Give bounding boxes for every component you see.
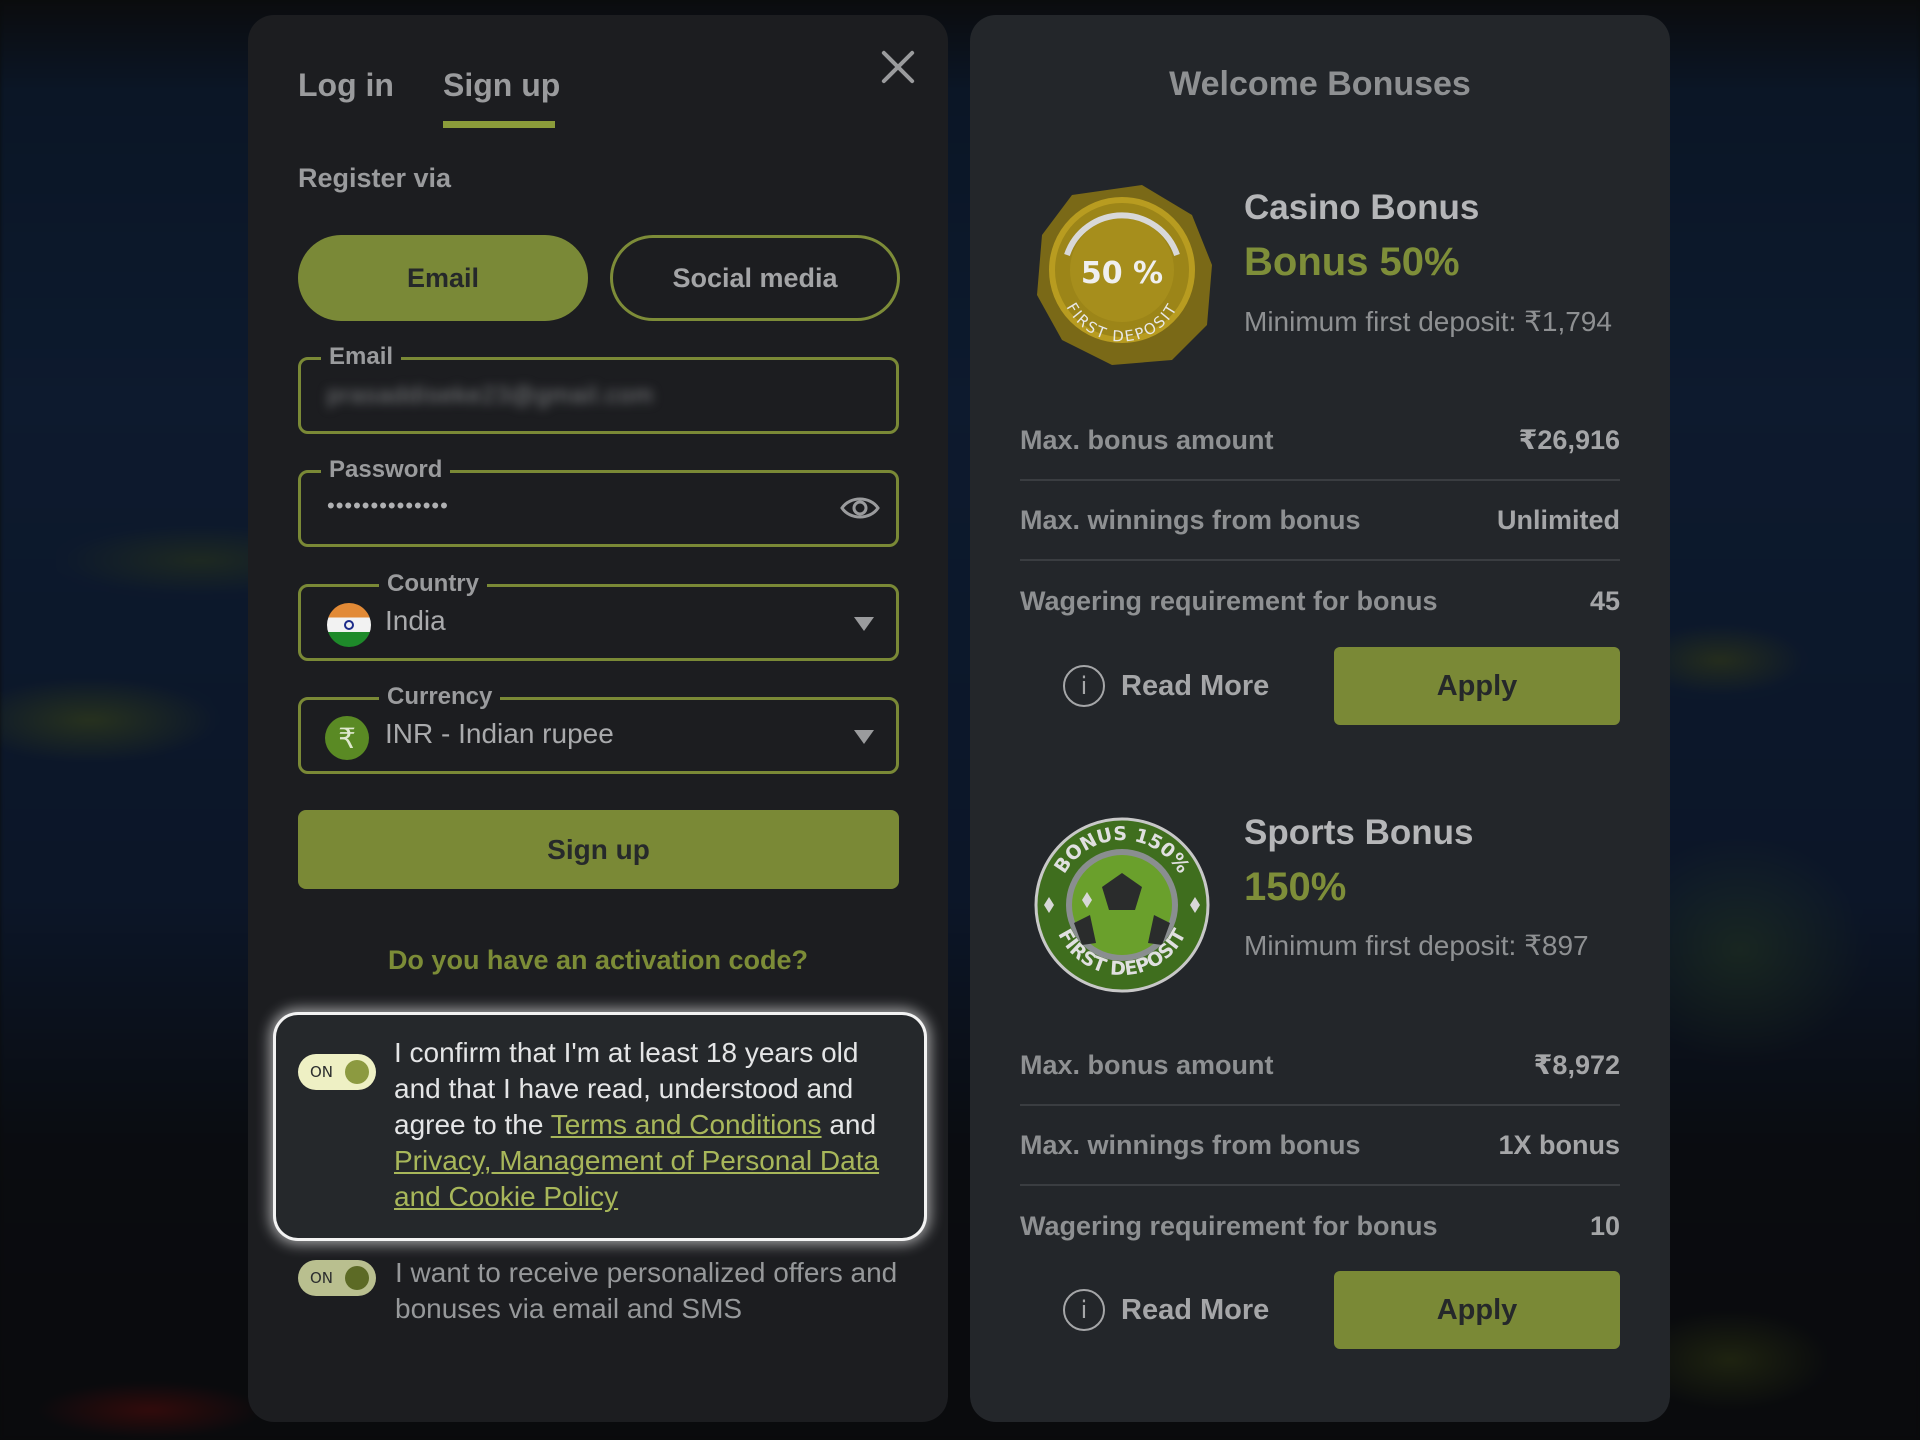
- toggle-knob: [345, 1060, 369, 1084]
- row-label: Max. bonus amount: [1020, 1049, 1274, 1080]
- welcome-bonuses-title: Welcome Bonuses: [1169, 65, 1471, 103]
- sports-bonus-badge-icon: BONUS 150% FIRST DEPOSIT: [1034, 817, 1210, 993]
- row-label: Max. bonus amount: [1020, 424, 1274, 455]
- casino-bonus-badge-icon: 50 % FIRST DEPOSIT: [1037, 185, 1212, 365]
- sports-row-max-bonus: Max. bonus amount ₹8,972: [1020, 1026, 1620, 1106]
- sports-row-max-winnings: Max. winnings from bonus 1X bonus: [1020, 1106, 1620, 1186]
- chevron-down-icon[interactable]: [854, 730, 874, 744]
- currency-value: INR - Indian rupee: [385, 718, 614, 749]
- tab-signup[interactable]: Sign up: [443, 67, 560, 104]
- age-terms-consent-box: ON I confirm that I'm at least 18 years …: [276, 1015, 924, 1238]
- welcome-bonuses-panel: Welcome Bonuses 50 % FIRST DEPOSIT Casin…: [970, 15, 1670, 1422]
- offers-consent-toggle[interactable]: ON: [298, 1260, 376, 1296]
- password-field-label: Password: [321, 455, 451, 485]
- email-input-value[interactable]: prasaddiseke23@gmail.com: [327, 382, 654, 410]
- country-select[interactable]: Country India: [298, 569, 899, 661]
- age-consent-toggle[interactable]: ON: [298, 1054, 376, 1090]
- chevron-down-icon[interactable]: [854, 617, 874, 631]
- row-value: ₹26,916: [1518, 424, 1620, 455]
- row-value: 1X bonus: [1498, 1129, 1620, 1160]
- password-input-value[interactable]: ••••••••••••••: [327, 493, 449, 519]
- casino-row-max-bonus: Max. bonus amount ₹26,916: [1020, 401, 1620, 481]
- eye-icon[interactable]: [840, 493, 880, 523]
- casino-apply-button[interactable]: Apply: [1334, 647, 1620, 725]
- sports-read-more-button[interactable]: i Read More: [1063, 1285, 1269, 1335]
- email-field-label: Email: [321, 342, 402, 372]
- read-more-label: Read More: [1121, 669, 1270, 702]
- email-method-button[interactable]: Email: [298, 235, 588, 321]
- country-field-label: Country: [379, 569, 487, 599]
- casino-read-more-button[interactable]: i Read More: [1063, 661, 1269, 711]
- rupee-icon: ₹: [325, 716, 369, 760]
- toggle-on-label: ON: [310, 1269, 334, 1287]
- row-value: 10: [1589, 1210, 1620, 1241]
- casino-bonus-percent: Bonus 50%: [1244, 240, 1460, 284]
- offers-consent-text: I want to receive personalized offers an…: [395, 1257, 898, 1324]
- read-more-label: Read More: [1121, 1293, 1270, 1326]
- row-value: ₹8,972: [1533, 1049, 1620, 1080]
- consent-text: I confirm that I'm at least 18 years old…: [394, 1035, 904, 1215]
- active-tab-indicator: [443, 121, 555, 128]
- signup-panel: Log in Sign up Register via Email Social…: [248, 15, 948, 1422]
- terms-and-conditions-link[interactable]: Terms and Conditions: [551, 1109, 822, 1140]
- activation-code-link[interactable]: Do you have an activation code?: [248, 945, 948, 976]
- row-value: 45: [1589, 585, 1620, 616]
- info-icon: i: [1063, 1289, 1105, 1331]
- social-media-method-button[interactable]: Social media: [610, 235, 900, 321]
- privacy-policy-link[interactable]: Privacy, Management of Personal Data and…: [394, 1145, 879, 1212]
- close-icon[interactable]: [878, 45, 918, 85]
- casino-row-wagering: Wagering requirement for bonus 45: [1020, 561, 1620, 641]
- register-via-label: Register via: [298, 163, 452, 193]
- india-flag-icon: [327, 603, 371, 647]
- row-label: Wagering requirement for bonus: [1020, 1210, 1438, 1241]
- tab-login[interactable]: Log in: [298, 67, 394, 104]
- info-icon: i: [1063, 665, 1105, 707]
- sports-bonus-name: Sports Bonus: [1244, 813, 1474, 852]
- casino-row-max-winnings: Max. winnings from bonus Unlimited: [1020, 481, 1620, 561]
- sports-min-deposit: Minimum first deposit: ₹897: [1244, 930, 1589, 961]
- currency-select[interactable]: Currency ₹ INR - Indian rupee: [298, 682, 899, 774]
- consent-text-and: and: [821, 1109, 877, 1140]
- email-field[interactable]: Email prasaddiseke23@gmail.com: [298, 342, 899, 434]
- sports-row-wagering: Wagering requirement for bonus 10: [1020, 1186, 1620, 1266]
- sign-up-button[interactable]: Sign up: [298, 810, 899, 889]
- country-value: India: [385, 605, 446, 636]
- toggle-knob: [345, 1266, 369, 1290]
- password-field[interactable]: Password ••••••••••••••: [298, 455, 899, 547]
- toggle-on-label: ON: [310, 1063, 334, 1081]
- badge-text: 50 %: [1081, 256, 1163, 291]
- row-label: Wagering requirement for bonus: [1020, 585, 1438, 616]
- casino-bonus-name: Casino Bonus: [1244, 188, 1480, 227]
- sports-apply-button[interactable]: Apply: [1334, 1271, 1620, 1349]
- casino-min-deposit: Minimum first deposit: ₹1,794: [1244, 306, 1612, 337]
- row-label: Max. winnings from bonus: [1020, 504, 1361, 535]
- currency-field-label: Currency: [379, 682, 501, 712]
- row-value: Unlimited: [1496, 504, 1620, 535]
- sports-bonus-percent: 150%: [1244, 865, 1347, 909]
- row-label: Max. winnings from bonus: [1020, 1129, 1361, 1160]
